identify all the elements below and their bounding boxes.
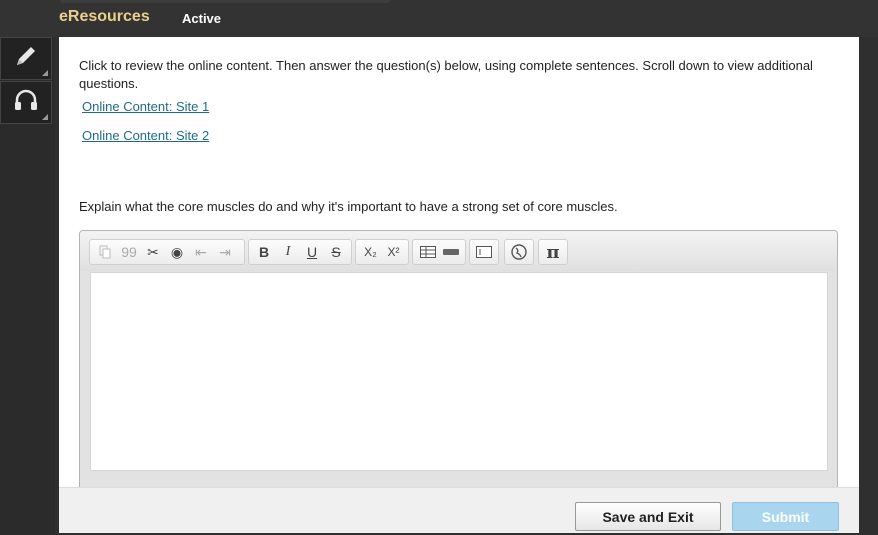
submit-button[interactable]: Submit <box>732 502 839 531</box>
toolbar-group-field <box>469 239 499 265</box>
copy-icon[interactable] <box>93 240 117 264</box>
headphones-icon <box>12 87 40 118</box>
bold-button[interactable]: B <box>252 240 276 264</box>
pencil-icon <box>13 43 39 74</box>
strikethrough-button[interactable]: S <box>324 240 348 264</box>
toolbar-group-insert <box>412 239 466 265</box>
record-icon[interactable]: ◉ <box>165 240 189 264</box>
top-bar: eResources Active <box>0 0 878 37</box>
horizontal-line-icon[interactable] <box>439 240 462 264</box>
toolbar-group-math: π <box>538 239 568 265</box>
brand-title: eResources <box>59 8 150 25</box>
footer-bar: Save and Exit Submit <box>59 487 859 533</box>
outdent-icon[interactable]: ⇤ <box>189 240 213 264</box>
save-and-exit-button[interactable]: Save and Exit <box>575 502 721 531</box>
instructions-text: Click to review the online content. Then… <box>79 58 813 91</box>
cut-icon[interactable]: ✂ <box>141 240 165 264</box>
pencil-tool-button[interactable] <box>0 37 52 80</box>
answer-input[interactable] <box>90 272 828 471</box>
toolbar-group-script: X₂ X² <box>355 239 409 265</box>
editor-toolbar: 99 ✂ ◉ ⇤ ⇥ B I U S X₂ X² π <box>80 231 837 271</box>
status-label: Active <box>182 11 222 26</box>
subscript-button[interactable]: X₂ <box>359 240 382 264</box>
toolbar-group-format: B I U S <box>248 239 352 265</box>
online-content-site-1-link[interactable]: Online Content: Site 1 <box>82 99 209 114</box>
pi-button[interactable]: π <box>542 240 564 264</box>
toolbar-group-language <box>504 239 534 265</box>
superscript-button[interactable]: X² <box>382 240 405 264</box>
globe-icon[interactable] <box>508 240 530 264</box>
audio-tool-button[interactable] <box>0 81 52 124</box>
text-field-icon[interactable] <box>473 240 495 264</box>
rich-text-editor: 99 ✂ ◉ ⇤ ⇥ B I U S X₂ X² π <box>79 230 838 495</box>
underline-button[interactable]: U <box>300 240 324 264</box>
question-text: Explain what the core muscles do and why… <box>79 199 618 214</box>
online-content-site-2-link[interactable]: Online Content: Site 2 <box>82 128 209 143</box>
indent-icon[interactable]: ⇥ <box>213 240 237 264</box>
toolbar-group-clipboard: 99 ✂ ◉ ⇤ ⇥ <box>89 239 245 265</box>
title-fragment <box>60 0 390 3</box>
table-icon[interactable] <box>416 240 439 264</box>
sidebar <box>0 37 55 535</box>
content-panel: Click to review the online content. Then… <box>59 37 859 533</box>
blockquote-icon[interactable]: 99 <box>117 240 141 264</box>
italic-button[interactable]: I <box>276 240 300 264</box>
